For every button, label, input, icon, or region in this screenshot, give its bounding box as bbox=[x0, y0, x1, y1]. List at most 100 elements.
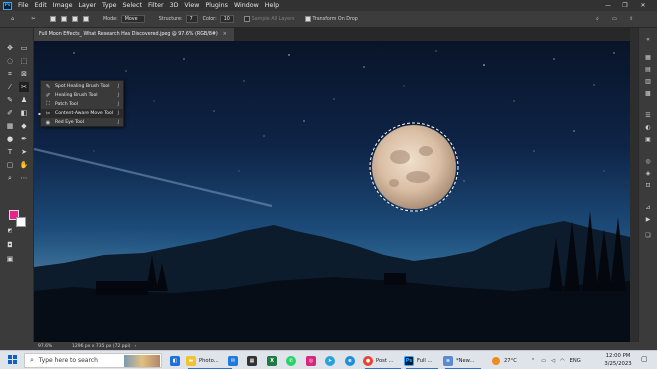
color-field[interactable]: 10 bbox=[219, 15, 234, 23]
object-selection-tool-icon[interactable]: ⬚ bbox=[19, 56, 29, 66]
whatsapp-icon[interactable]: ✆ bbox=[286, 354, 296, 367]
menu-window[interactable]: Window bbox=[234, 2, 259, 9]
menu-view[interactable]: View bbox=[184, 2, 199, 9]
healing-tool-icon[interactable]: ✂ bbox=[19, 82, 29, 92]
menu-filter[interactable]: Filter bbox=[148, 2, 164, 9]
weather-icon[interactable] bbox=[492, 356, 500, 365]
sample-all-layers-checkbox[interactable] bbox=[243, 16, 250, 22]
pen-tool-icon[interactable]: ✒ bbox=[19, 134, 29, 144]
blur-tool-icon[interactable]: ◆ bbox=[19, 121, 29, 131]
structure-field[interactable]: 7 bbox=[185, 15, 198, 23]
menu-image[interactable]: Image bbox=[53, 2, 73, 9]
store-icon[interactable]: ▦ bbox=[247, 354, 257, 367]
eraser-tool-icon[interactable]: ◧ bbox=[19, 108, 29, 118]
lasso-tool-icon[interactable]: ◌ bbox=[5, 56, 15, 66]
document-tab[interactable]: Full Moon Effects_ What Research Has Dis… bbox=[34, 28, 234, 41]
brush-tool-icon[interactable]: ✎ bbox=[5, 95, 15, 105]
path-selection-tool-icon[interactable]: ➤ bbox=[19, 147, 29, 157]
type-tool-icon[interactable]: T bbox=[5, 147, 15, 157]
excel-icon[interactable]: X bbox=[267, 354, 277, 367]
notifications-icon[interactable]: ▢ bbox=[641, 355, 648, 363]
zoom-tool-icon[interactable]: ⌕ bbox=[5, 173, 15, 183]
share-icon[interactable]: ⇪ bbox=[627, 15, 636, 24]
taskbar-app-notepad[interactable]: ≡ *New... bbox=[443, 354, 481, 369]
screen-mode-icon[interactable]: ▣ bbox=[5, 254, 15, 264]
dodge-tool-icon[interactable]: ● bbox=[5, 134, 15, 144]
workspace-icon[interactable]: ▭ bbox=[610, 15, 619, 24]
clone-stamp-tool-icon[interactable]: ♟ bbox=[19, 95, 29, 105]
task-view-icon[interactable]: ◧ bbox=[170, 354, 180, 367]
close-tab-icon[interactable]: × bbox=[223, 32, 227, 37]
more-tools-icon[interactable]: ⋯ bbox=[19, 173, 29, 183]
hand-tool-icon[interactable]: ✋ bbox=[19, 160, 29, 170]
network-icon[interactable]: ▭ bbox=[541, 358, 546, 364]
chevron-up-icon[interactable]: ⌃ bbox=[531, 358, 535, 364]
menu-layer[interactable]: Layer bbox=[78, 2, 96, 9]
menu-help[interactable]: Help bbox=[265, 2, 279, 9]
weather-temperature[interactable]: 27°C bbox=[504, 358, 517, 364]
gradient-tool-icon[interactable]: ▦ bbox=[5, 121, 15, 131]
flyout-item-healing-brush[interactable]: ✐ Healing Brush Tool J bbox=[41, 91, 123, 100]
keyboard-language[interactable]: ENG bbox=[570, 358, 581, 364]
flyout-item-content-aware-move[interactable]: ▪ ✂ Content-Aware Move Tool J bbox=[38, 109, 123, 118]
new-selection-icon[interactable] bbox=[50, 16, 56, 22]
menu-3d[interactable]: 3D bbox=[170, 2, 179, 9]
subtract-from-selection-icon[interactable] bbox=[72, 16, 78, 22]
flyout-item-patch[interactable]: ⛶ Patch Tool J bbox=[41, 100, 123, 109]
content-aware-move-tool-icon[interactable]: ✂ bbox=[29, 15, 38, 24]
quick-mask-icon[interactable]: ◘ bbox=[5, 240, 15, 250]
instagram-icon[interactable]: ◎ bbox=[306, 354, 316, 367]
history-panel-icon[interactable]: ⊿ bbox=[643, 204, 653, 212]
home-icon[interactable]: ⌂ bbox=[8, 15, 17, 24]
menu-file[interactable]: File bbox=[18, 2, 29, 9]
maximize-button[interactable]: ❐ bbox=[618, 0, 632, 11]
crop-tool-icon[interactable]: ⌗ bbox=[5, 69, 15, 79]
transform-on-drop-checkbox[interactable] bbox=[304, 16, 311, 22]
background-color-swatch[interactable] bbox=[16, 217, 26, 227]
taskbar-app-photoshop[interactable]: Ps Full ... bbox=[404, 354, 438, 369]
color-panel-icon[interactable]: ▦ bbox=[643, 54, 653, 62]
gradients-panel-icon[interactable]: ▥ bbox=[643, 78, 653, 86]
artboard-tool-icon[interactable]: ▭ bbox=[19, 43, 29, 53]
channels-panel-icon[interactable]: ◎ bbox=[643, 158, 653, 166]
move-tool-icon[interactable]: ✥ bbox=[5, 43, 15, 53]
intersect-selection-icon[interactable] bbox=[83, 16, 89, 22]
taskbar-clock[interactable]: 12:00 PM 3/25/2023 bbox=[600, 352, 636, 368]
taskbar-app-chrome[interactable]: ● Post ... bbox=[363, 354, 401, 369]
close-button[interactable]: ✕ bbox=[636, 0, 650, 11]
paths-panel-icon[interactable]: ⊡ bbox=[643, 182, 653, 190]
search-icon[interactable]: ⌕ bbox=[593, 15, 602, 24]
panel-collapse-strip[interactable] bbox=[630, 28, 638, 342]
wifi-icon[interactable]: ◠ bbox=[560, 358, 565, 364]
menu-type[interactable]: Type bbox=[102, 2, 116, 9]
edge-icon[interactable]: e bbox=[345, 354, 355, 367]
properties-panel-icon[interactable]: ☰ bbox=[643, 112, 653, 120]
flyout-item-spot-healing[interactable]: ✎ Spot Healing Brush Tool J bbox=[41, 82, 123, 91]
expand-panels-icon[interactable]: « bbox=[643, 36, 653, 44]
libraries-panel-icon[interactable]: ▣ bbox=[643, 136, 653, 144]
swatches-panel-icon[interactable]: ▤ bbox=[643, 66, 653, 74]
minimize-button[interactable]: — bbox=[601, 0, 615, 11]
telegram-icon[interactable]: ➤ bbox=[325, 354, 335, 367]
taskbar-search-box[interactable]: ⌕ Type here to search bbox=[24, 353, 162, 368]
menu-plugins[interactable]: Plugins bbox=[205, 2, 228, 9]
brushes-panel-icon[interactable]: ❏ bbox=[643, 232, 653, 240]
mail-icon[interactable]: ✉ bbox=[228, 354, 238, 367]
default-colors-icon[interactable]: ◩ bbox=[5, 226, 15, 236]
rectangle-tool-icon[interactable]: ▢ bbox=[5, 160, 15, 170]
adjustments-panel-icon[interactable]: ◐ bbox=[643, 124, 653, 132]
patterns-panel-icon[interactable]: ▩ bbox=[643, 90, 653, 98]
taskbar-app-file-explorer[interactable]: ▬ Photo... bbox=[186, 354, 232, 369]
history-brush-tool-icon[interactable]: ✐ bbox=[5, 108, 15, 118]
actions-panel-icon[interactable]: ▶ bbox=[643, 216, 653, 224]
menu-select[interactable]: Select bbox=[123, 2, 142, 9]
mode-dropdown[interactable]: Move bbox=[120, 15, 145, 23]
layers-panel-icon[interactable]: ◈ bbox=[643, 170, 653, 178]
eyedropper-tool-icon[interactable]: ⁄ bbox=[5, 82, 15, 92]
frame-tool-icon[interactable]: ⊠ bbox=[19, 69, 29, 79]
status-menu-arrow-icon[interactable]: › bbox=[135, 344, 137, 349]
add-to-selection-icon[interactable] bbox=[61, 16, 67, 22]
menu-edit[interactable]: Edit bbox=[35, 2, 47, 9]
volume-icon[interactable]: ◁ bbox=[551, 358, 555, 364]
flyout-item-red-eye[interactable]: ◉ Red Eye Tool J bbox=[41, 118, 123, 127]
